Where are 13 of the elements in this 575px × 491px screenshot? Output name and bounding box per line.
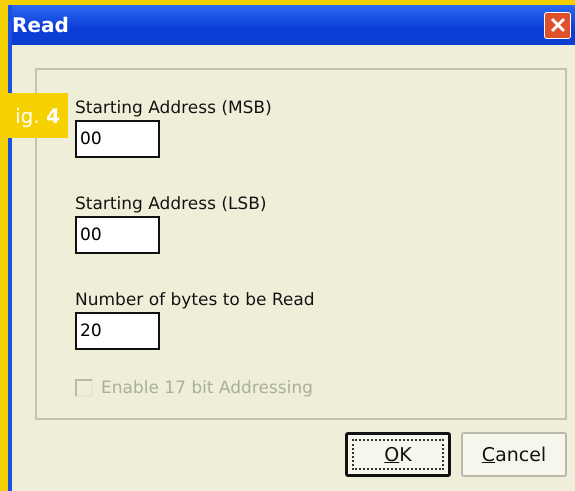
dialog-button[interactable]: OK	[345, 432, 451, 477]
field-label: Starting Address (LSB)	[75, 194, 267, 214]
field-label: Starting Address (MSB)	[75, 98, 272, 118]
close-icon	[548, 16, 566, 34]
input-field[interactable]: 00	[75, 120, 160, 158]
input-field[interactable]: 00	[75, 216, 160, 254]
figure-label: ig. 4	[15, 104, 60, 128]
close-button[interactable]	[544, 12, 571, 38]
field-label: Number of bytes to be Read	[75, 290, 315, 310]
checkbox-label: Enable 17 bit Addressing	[101, 378, 313, 398]
dialog-button[interactable]: Cancel	[461, 432, 567, 477]
input-field[interactable]: 20	[75, 312, 160, 350]
window-title: Read	[12, 13, 69, 37]
